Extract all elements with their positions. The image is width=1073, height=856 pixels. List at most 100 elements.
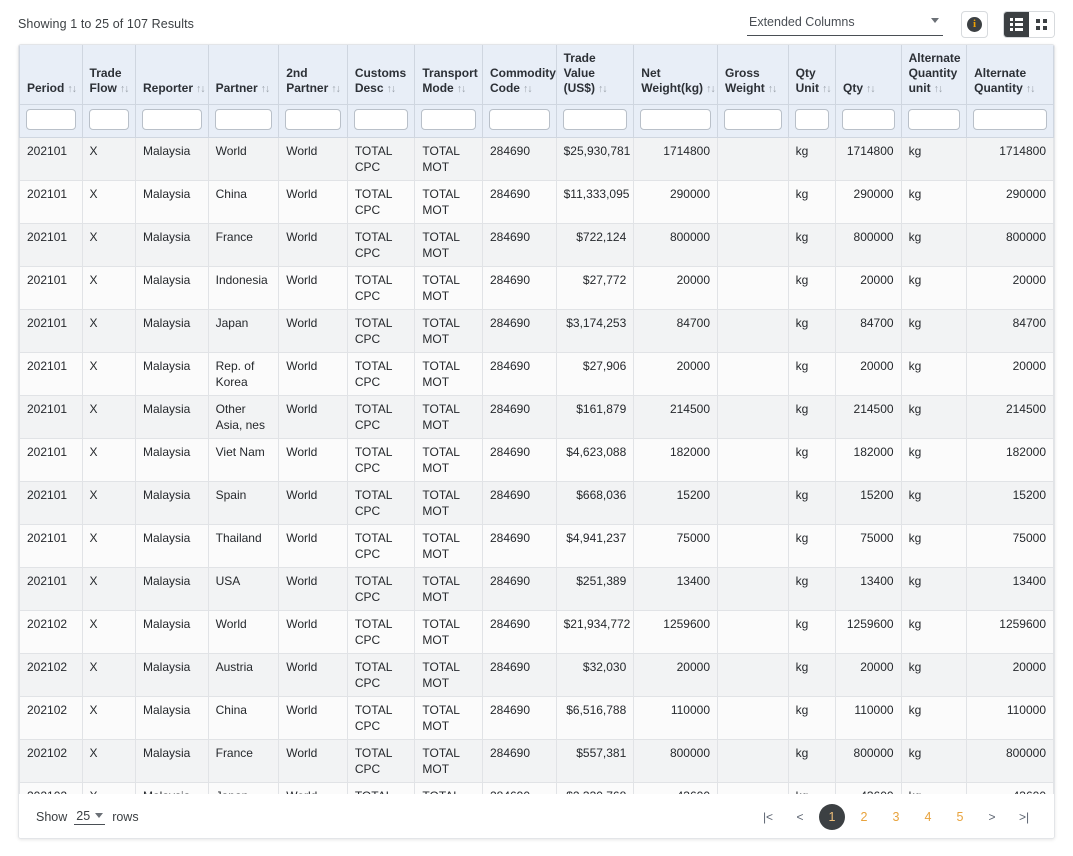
table-cell: 284690 [482, 525, 556, 568]
filter-input-gross-weight[interactable] [724, 109, 782, 130]
table-cell: 1714800 [836, 138, 902, 181]
pagination-last-button[interactable]: >| [1011, 804, 1037, 830]
table-cell: kg [901, 740, 967, 783]
toolbar-controls: Extended Columns i [747, 11, 1073, 38]
grid-view-toggle[interactable] [1029, 12, 1054, 37]
pagination-page-1[interactable]: 1 [819, 804, 845, 830]
pagination-page-3[interactable]: 3 [883, 804, 909, 830]
table-cell: 43600 [836, 783, 902, 795]
table-cell: Japan [208, 310, 279, 353]
pagination-page-4[interactable]: 4 [915, 804, 941, 830]
table-cell: 202101 [20, 353, 83, 396]
table-cell: kg [901, 224, 967, 267]
table-body: 202101XMalaysiaWorldWorldTOTAL CPCTOTAL … [20, 138, 1054, 795]
table-filter-row [20, 105, 1054, 138]
column-header-net-weight-kg[interactable]: Net Weight(kg)↑↓ [634, 45, 718, 105]
table-row[interactable]: 202102XMalaysiaJapanWorldTOTAL CPCTOTAL … [20, 783, 1054, 795]
filter-input-qty-unit[interactable] [795, 109, 829, 130]
filter-input-partner[interactable] [215, 109, 273, 130]
pagination-page-5[interactable]: 5 [947, 804, 973, 830]
table-cell: $21,934,772 [556, 611, 634, 654]
table-row[interactable]: 202102XMalaysiaAustriaWorldTOTAL CPCTOTA… [20, 654, 1054, 697]
sort-arrows-icon[interactable]: ↑↓ [67, 83, 76, 95]
filter-input-trade-flow[interactable] [89, 109, 129, 130]
sort-arrows-icon[interactable]: ↑↓ [1026, 83, 1035, 95]
table-row[interactable]: 202101XMalaysiaRep. of KoreaWorldTOTAL C… [20, 353, 1054, 396]
sort-arrows-icon[interactable]: ↑↓ [706, 83, 715, 95]
table-row[interactable]: 202101XMalaysiaOther Asia, nesWorldTOTAL… [20, 396, 1054, 439]
filter-input-transport-mode[interactable] [421, 109, 476, 130]
column-header-transport-mode[interactable]: Transport Mode↑↓ [415, 45, 483, 105]
sort-arrows-icon[interactable]: ↑↓ [331, 83, 340, 95]
column-header-period[interactable]: Period↑↓ [20, 45, 83, 105]
table-row[interactable]: 202101XMalaysiaChinaWorldTOTAL CPCTOTAL … [20, 181, 1054, 224]
table-cell: X [82, 568, 135, 611]
pagination-next-button[interactable]: > [979, 804, 1005, 830]
table-scroll-area[interactable]: Period↑↓Trade Flow↑↓Reporter↑↓Partner↑↓2… [19, 45, 1054, 794]
filter-input-2nd-partner[interactable] [285, 109, 341, 130]
table-row[interactable]: 202101XMalaysiaViet NamWorldTOTAL CPCTOT… [20, 439, 1054, 482]
table-cell: X [82, 482, 135, 525]
column-header-partner[interactable]: Partner↑↓ [208, 45, 279, 105]
column-header-trade-flow[interactable]: Trade Flow↑↓ [82, 45, 135, 105]
filter-input-period[interactable] [26, 109, 76, 130]
table-cell: 290000 [836, 181, 902, 224]
table-row[interactable]: 202101XMalaysiaJapanWorldTOTAL CPCTOTAL … [20, 310, 1054, 353]
column-header-label: 2nd Partner [286, 66, 328, 95]
filter-input-trade-value-us[interactable] [563, 109, 628, 130]
list-view-toggle[interactable] [1004, 12, 1029, 37]
column-header-gross-weight[interactable]: Gross Weight↑↓ [718, 45, 789, 105]
table-cell: France [208, 224, 279, 267]
info-button[interactable]: i [961, 11, 988, 38]
column-header-trade-value-us[interactable]: Trade Value (US$)↑↓ [556, 45, 634, 105]
table-row[interactable]: 202101XMalaysiaSpainWorldTOTAL CPCTOTAL … [20, 482, 1054, 525]
sort-arrows-icon[interactable]: ↑↓ [934, 83, 943, 95]
table-cell: 284690 [482, 310, 556, 353]
table-row[interactable]: 202101XMalaysiaWorldWorldTOTAL CPCTOTAL … [20, 138, 1054, 181]
table-row[interactable]: 202101XMalaysiaUSAWorldTOTAL CPCTOTAL MO… [20, 568, 1054, 611]
sort-arrows-icon[interactable]: ↑↓ [822, 83, 831, 95]
column-header-reporter[interactable]: Reporter↑↓ [135, 45, 208, 105]
filter-input-qty[interactable] [842, 109, 895, 130]
table-row[interactable]: 202102XMalaysiaChinaWorldTOTAL CPCTOTAL … [20, 697, 1054, 740]
sort-arrows-icon[interactable]: ↑↓ [120, 83, 129, 95]
pagination-page-2[interactable]: 2 [851, 804, 877, 830]
column-header-alternate-quantity-unit[interactable]: Alternate Quantity unit↑↓ [901, 45, 967, 105]
sort-arrows-icon[interactable]: ↑↓ [598, 83, 607, 95]
filter-input-alternate-quantity[interactable] [973, 109, 1047, 130]
table-cell: 20000 [836, 267, 902, 310]
column-header-2nd-partner[interactable]: 2nd Partner↑↓ [279, 45, 348, 105]
sort-arrows-icon[interactable]: ↑↓ [387, 83, 396, 95]
filter-input-net-weight-kg[interactable] [640, 109, 711, 130]
table-row[interactable]: 202102XMalaysiaFranceWorldTOTAL CPCTOTAL… [20, 740, 1054, 783]
column-header-commodity-code[interactable]: Commodity Code↑↓ [482, 45, 556, 105]
filter-input-customs-desc[interactable] [354, 109, 409, 130]
extended-columns-select[interactable]: Extended Columns [747, 12, 943, 36]
column-header-customs-desc[interactable]: Customs Desc↑↓ [347, 45, 415, 105]
table-cell [718, 396, 789, 439]
filter-input-commodity-code[interactable] [489, 109, 550, 130]
table-cell: kg [901, 611, 967, 654]
filter-input-reporter[interactable] [142, 109, 202, 130]
column-header-qty[interactable]: Qty↑↓ [836, 45, 902, 105]
sort-arrows-icon[interactable]: ↑↓ [261, 83, 270, 95]
column-header-qty-unit[interactable]: Qty Unit↑↓ [788, 45, 835, 105]
sort-arrows-icon[interactable]: ↑↓ [196, 83, 205, 95]
rows-per-page-select[interactable]: 25 [74, 809, 105, 825]
table-cell: 20000 [836, 654, 902, 697]
sort-arrows-icon[interactable]: ↑↓ [523, 83, 532, 95]
table-cell: World [279, 439, 348, 482]
column-header-alternate-quantity[interactable]: Alternate Quantity↑↓ [967, 45, 1054, 105]
pagination-prev-button[interactable]: < [787, 804, 813, 830]
table-cell: 284690 [482, 181, 556, 224]
filter-input-alternate-quantity-unit[interactable] [908, 109, 961, 130]
table-row[interactable]: 202101XMalaysiaFranceWorldTOTAL CPCTOTAL… [20, 224, 1054, 267]
sort-arrows-icon[interactable]: ↑↓ [866, 83, 875, 95]
table-header: Period↑↓Trade Flow↑↓Reporter↑↓Partner↑↓2… [20, 45, 1054, 138]
table-row[interactable]: 202101XMalaysiaThailandWorldTOTAL CPCTOT… [20, 525, 1054, 568]
sort-arrows-icon[interactable]: ↑↓ [457, 83, 466, 95]
table-row[interactable]: 202101XMalaysiaIndonesiaWorldTOTAL CPCTO… [20, 267, 1054, 310]
pagination-first-button[interactable]: |< [755, 804, 781, 830]
sort-arrows-icon[interactable]: ↑↓ [768, 83, 777, 95]
table-row[interactable]: 202102XMalaysiaWorldWorldTOTAL CPCTOTAL … [20, 611, 1054, 654]
